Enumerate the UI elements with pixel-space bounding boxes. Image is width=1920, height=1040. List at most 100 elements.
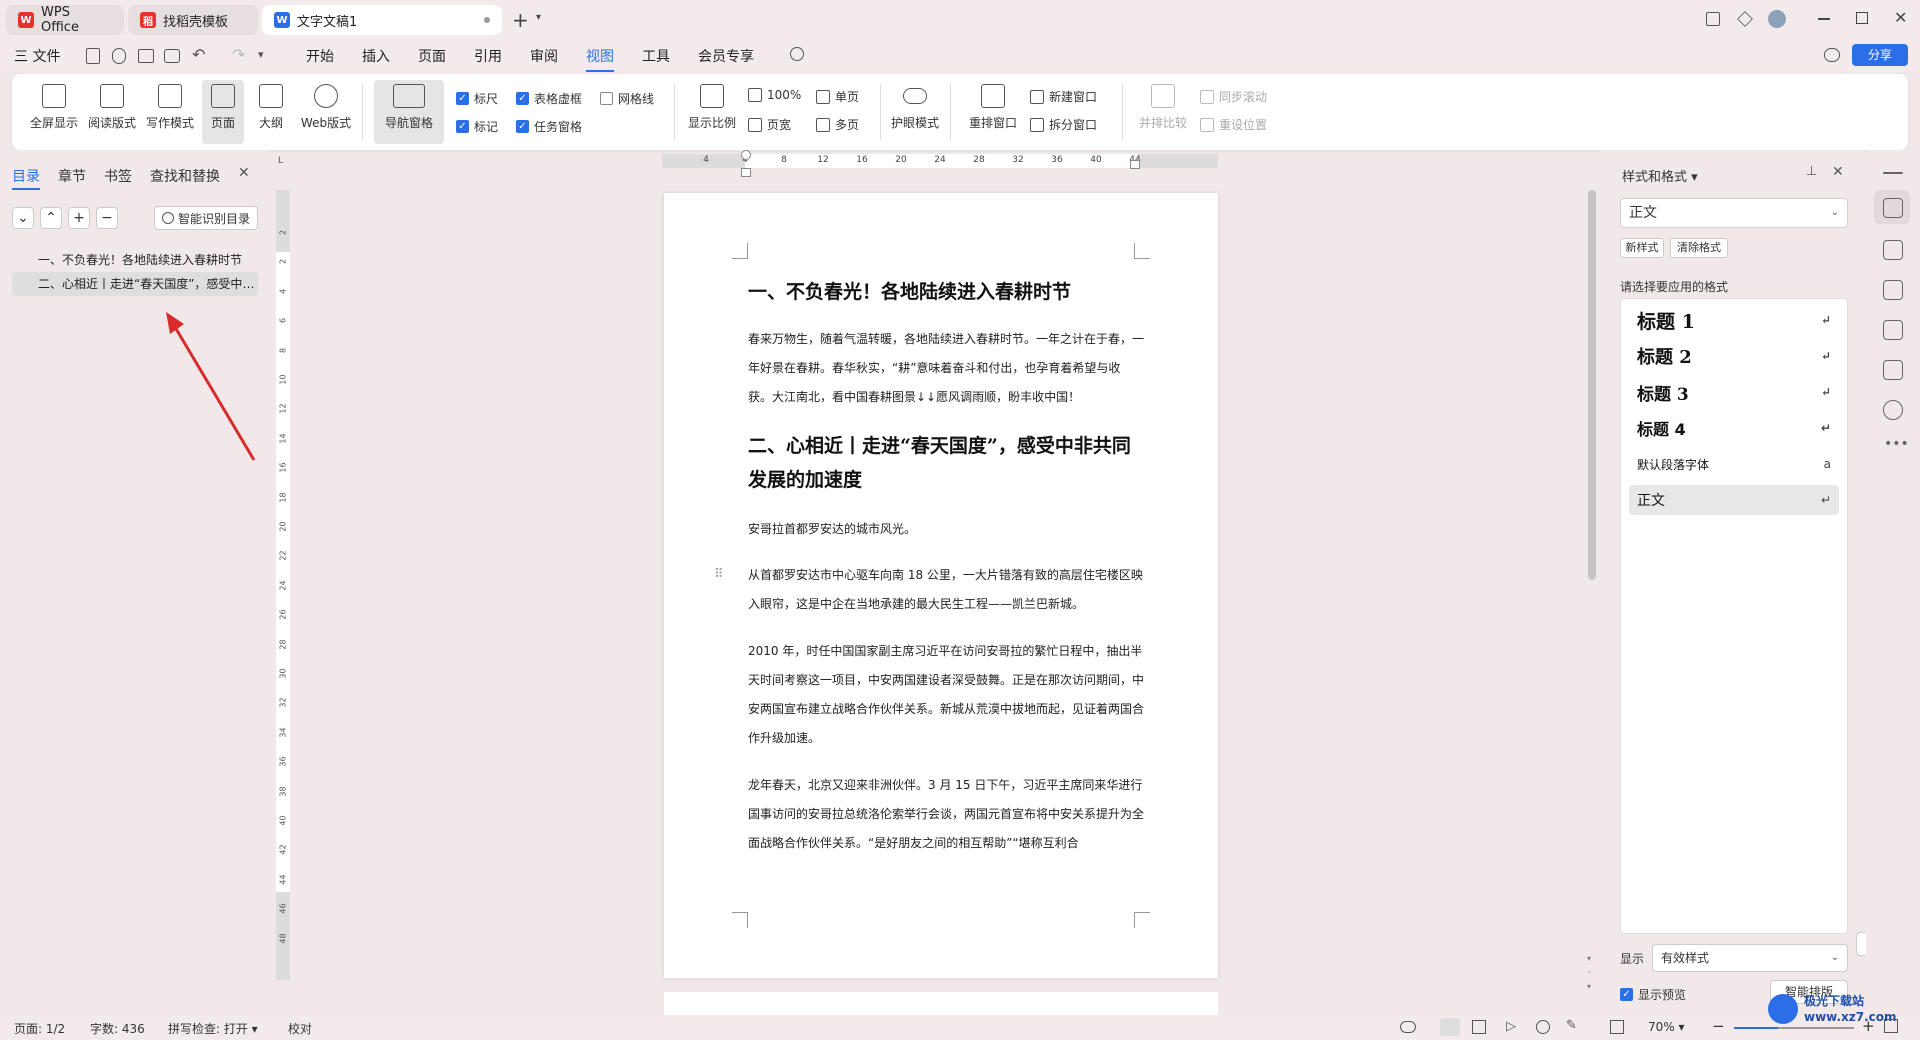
heading-2[interactable]: 二、心相近丨走进“春天国度”，感受中非共同发展的加速度 — [748, 429, 1148, 497]
print-preview-icon[interactable] — [164, 49, 180, 63]
mark-checkbox[interactable]: ✓ 标记 — [456, 118, 498, 135]
save-icon[interactable] — [86, 48, 100, 64]
layout-icon[interactable] — [1706, 12, 1720, 26]
minimize-panel-icon[interactable] — [1883, 172, 1903, 174]
page-width-button[interactable]: 页宽 — [748, 116, 791, 133]
restore-icon[interactable] — [1856, 12, 1868, 24]
outline-button[interactable]: 大纲 — [250, 80, 292, 144]
fullscreen-button[interactable]: 全屏显示 — [28, 80, 80, 144]
heading-1[interactable]: 一、不负春光！各地陆续进入春耕时节 — [748, 275, 1148, 309]
indent-marker-icon[interactable] — [741, 168, 751, 177]
share-button[interactable]: 分享 — [1852, 44, 1908, 66]
page-nav-icon[interactable]: ▾ ◦ ▾ — [1587, 952, 1592, 994]
cloud-icon[interactable] — [1824, 48, 1840, 62]
style-body[interactable]: 正文 ↵ — [1629, 485, 1839, 515]
menu-reference[interactable]: 引用 — [474, 46, 502, 66]
clear-format-button[interactable]: 清除格式 — [1670, 238, 1728, 258]
page-view-button[interactable]: 页面 — [202, 80, 244, 144]
zoom-out-icon[interactable]: − — [1712, 1017, 1725, 1035]
sliders-icon[interactable] — [1883, 280, 1903, 300]
new-style-button[interactable]: 新样式 — [1620, 238, 1664, 258]
writing-mode-button[interactable]: 写作模式 — [144, 80, 196, 144]
globe-icon[interactable] — [1536, 1020, 1550, 1034]
drag-handle-icon[interactable]: ⠿ — [714, 567, 724, 582]
document-page[interactable]: 一、不负春光！各地陆续进入春耕时节 春来万物生，随着气温转暖，各地陆续进入春耕时… — [664, 193, 1218, 978]
zoom-100-button[interactable]: 100% — [748, 88, 801, 102]
menu-member[interactable]: 会员专享 — [698, 46, 754, 66]
cube-icon[interactable] — [1737, 11, 1753, 27]
current-style-select[interactable]: 正文 ⌄ — [1620, 198, 1848, 228]
paragraph[interactable]: 2010 年，时任中国国家副主席习近平在访问安哥拉的繁忙日程中，抽出半天时间考察… — [748, 637, 1144, 753]
style-heading-1[interactable]: 标题 1 ↵ — [1629, 305, 1839, 335]
more-icon[interactable]: ••• — [1884, 436, 1909, 452]
close-icon[interactable]: ✕ — [1894, 8, 1907, 27]
print-icon[interactable] — [138, 49, 154, 63]
reading-view-button[interactable]: 阅读版式 — [86, 80, 138, 144]
tab-toc[interactable]: 目录 — [12, 166, 40, 190]
show-select[interactable]: 有效样式 ⌄ — [1652, 944, 1848, 972]
eye-icon[interactable] — [1400, 1021, 1416, 1033]
menu-review[interactable]: 审阅 — [530, 46, 558, 66]
menu-start[interactable]: 开始 — [306, 46, 334, 66]
paragraph[interactable]: 春来万物生，随着气温转暖，各地陆续进入春耕时节。一年之计在于春，一年好景在春耕。… — [748, 325, 1144, 412]
search-icon[interactable] — [790, 47, 804, 61]
split-window-button[interactable]: 拆分窗口 — [1030, 116, 1097, 133]
tab-find-replace[interactable]: 查找和替换 — [150, 166, 220, 186]
pin-icon[interactable]: ⊥ — [1806, 164, 1817, 179]
pen-icon[interactable] — [1883, 198, 1903, 218]
quick-access-more-icon[interactable]: ▾ — [258, 48, 264, 61]
web-view-button[interactable]: Web版式 — [298, 80, 354, 144]
add-level-button[interactable]: + — [68, 207, 90, 229]
style-heading-2[interactable]: 标题 2 ↵ — [1629, 341, 1839, 371]
word-count[interactable]: 字数: 436 — [90, 1020, 145, 1037]
edit-image-icon[interactable] — [1883, 320, 1903, 340]
undo-icon[interactable]: ↶ — [192, 45, 205, 64]
tools-icon[interactable] — [1883, 360, 1903, 380]
style-default-font[interactable]: 默认段落字体 a — [1629, 449, 1839, 479]
indent-marker-icon[interactable] — [741, 150, 751, 160]
style-heading-4[interactable]: 标题 4 ↵ — [1629, 413, 1839, 443]
tab-docer[interactable]: 稻 找稻壳模板 — [128, 5, 258, 35]
toc-item[interactable]: 一、不负春光！各地陆续进入春耕时节 — [12, 248, 258, 272]
preview-checkbox[interactable]: ✓ 显示预览 — [1620, 986, 1686, 1003]
spell-check[interactable]: 拼写检查: 打开 ▾ — [168, 1020, 258, 1037]
ruler-toggle-icon[interactable]: L — [278, 156, 288, 166]
help-icon[interactable] — [1883, 400, 1903, 420]
page-view-status-icon[interactable] — [1440, 1018, 1460, 1036]
fit-page-icon[interactable] — [1610, 1020, 1624, 1034]
play-icon[interactable]: ▷ — [1506, 1019, 1516, 1034]
tab-bookmark[interactable]: 书签 — [104, 166, 132, 186]
multi-page-button[interactable]: 多页 — [816, 116, 859, 133]
task-pane-checkbox[interactable]: ✓ 任务窗格 — [516, 118, 582, 135]
minimize-icon[interactable] — [1818, 18, 1830, 20]
avatar[interactable] — [1768, 10, 1786, 28]
share-file-icon[interactable] — [112, 48, 126, 64]
chevron-down-icon[interactable]: ▾ — [536, 12, 541, 23]
expand-up-button[interactable]: ⌃ — [40, 207, 62, 229]
new-window-button[interactable]: 新建窗口 — [1030, 88, 1097, 105]
tab-document[interactable]: W 文字文稿1 — [262, 5, 502, 35]
menu-tools[interactable]: 工具 — [642, 46, 670, 66]
add-tab-button[interactable]: + — [512, 8, 529, 32]
styles-pane-title[interactable]: 样式和格式 ▾ — [1622, 166, 1698, 185]
rearrange-window-button[interactable]: 重排窗口 — [958, 80, 1028, 144]
pen-icon[interactable]: ✎ — [1566, 1018, 1577, 1033]
menu-view[interactable]: 视图 — [586, 46, 614, 72]
paragraph[interactable]: 安哥拉首都罗安达的城市风光。 — [748, 515, 1144, 544]
proofread[interactable]: 校对 — [288, 1020, 312, 1037]
gridline-checkbox[interactable]: 网格线 — [600, 90, 654, 107]
paragraph[interactable]: 龙年春天，北京又迎来非洲伙伴。3 月 15 日下午，习近平主席同来华进行国事访问… — [748, 771, 1144, 858]
toc-item[interactable]: 二、心相近丨走进“春天国度”，感受中非共同发展的加速度 — [12, 272, 258, 296]
nav-pane-button[interactable]: 导航窗格 — [374, 80, 444, 144]
close-icon[interactable]: ✕ — [238, 165, 250, 181]
tab-chapter[interactable]: 章节 — [58, 166, 86, 186]
smart-toc-button[interactable]: 智能识别目录 — [154, 206, 258, 230]
close-icon[interactable]: ✕ — [1832, 164, 1844, 180]
file-menu[interactable]: 三 文件 — [14, 46, 60, 66]
single-page-button[interactable]: 单页 — [816, 88, 859, 105]
zoom-level[interactable]: 70% ▾ — [1648, 1020, 1685, 1034]
menu-page[interactable]: 页面 — [418, 46, 446, 66]
page-indicator[interactable]: 页面: 1/2 — [14, 1020, 65, 1037]
collapse-button[interactable]: ⌄ — [12, 207, 34, 229]
tab-wps-office[interactable]: W WPS Office — [6, 5, 124, 35]
